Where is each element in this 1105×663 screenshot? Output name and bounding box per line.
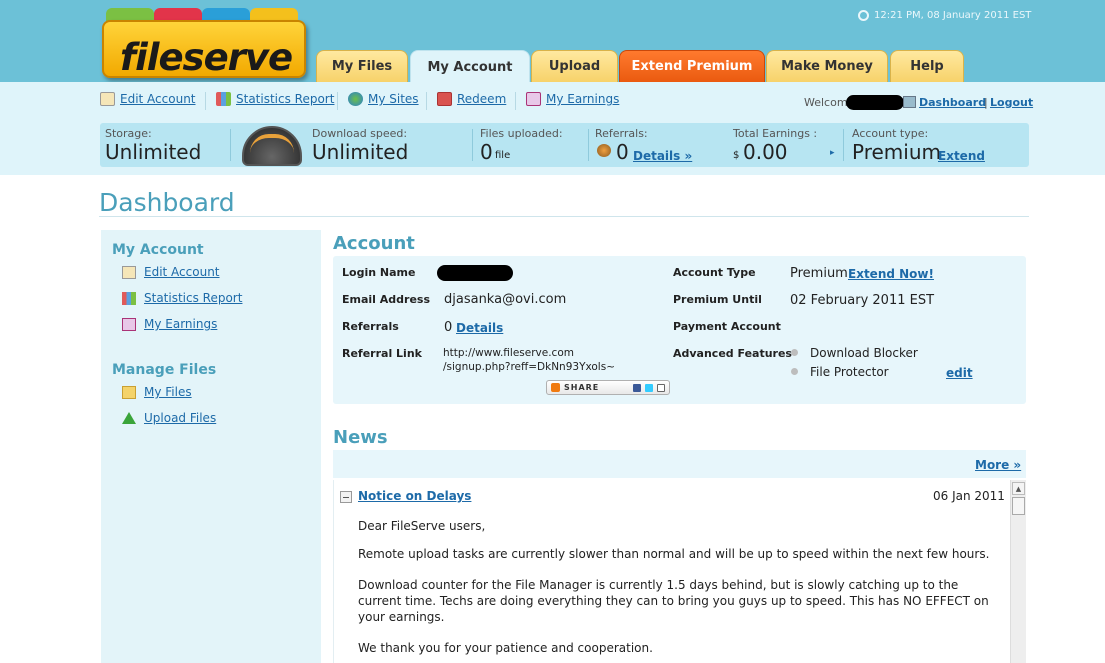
subnav-my-sites[interactable]: My Sites <box>348 92 419 106</box>
scroll-up-icon[interactable]: ▲ <box>1012 482 1025 495</box>
bullet-icon <box>791 368 798 375</box>
referrals-details-link[interactable]: Details » <box>633 149 692 163</box>
stats-bar: Storage: Unlimited Download speed: Unlim… <box>100 123 1029 167</box>
news-panel <box>333 480 1026 663</box>
earnings-icon <box>526 92 541 106</box>
subnav-edit-account[interactable]: Edit Account <box>100 92 196 106</box>
tab-my-files[interactable]: My Files <box>316 50 408 82</box>
referral-link-value[interactable]: http://www.fileserve.com /signup.php?ref… <box>443 346 615 374</box>
news-item-title[interactable]: Notice on Delays <box>358 489 471 503</box>
bullet-icon <box>791 349 798 356</box>
sidebar-heading-my-account: My Account <box>112 242 204 258</box>
gift-icon <box>437 92 452 106</box>
news-scrollbar[interactable]: ▲ <box>1010 480 1026 663</box>
email-value: djasanka@ovi.com <box>444 292 567 307</box>
subnav-redeem[interactable]: Redeem <box>437 92 506 106</box>
page-title: Dashboard <box>99 188 235 217</box>
referrals-label: Referrals <box>342 320 399 333</box>
referrals-details-link[interactable]: Details <box>456 321 503 335</box>
email-icon <box>657 383 665 392</box>
logo-text: fileserve <box>120 36 293 79</box>
feature-file-protector: File Protector <box>810 365 889 379</box>
users-icon <box>597 144 611 157</box>
dashboard-link[interactable]: Dashboard <box>919 96 986 109</box>
subnav-statistics-report[interactable]: Statistics Report <box>216 92 334 106</box>
dashboard-icon <box>903 96 916 108</box>
redacted-username <box>846 95 904 110</box>
globe-icon <box>348 92 363 106</box>
earnings-icon <box>122 317 136 331</box>
account-type-label: Account Type <box>673 266 756 279</box>
tab-upload[interactable]: Upload <box>531 50 618 82</box>
chart-icon <box>122 291 136 305</box>
news-item-date: 06 Jan 2011 <box>933 489 1005 503</box>
share-button[interactable]: SHARE <box>546 380 670 395</box>
redacted-login-name <box>437 265 513 281</box>
referrals-value: 0 <box>444 320 453 335</box>
referral-link-label: Referral Link <box>342 347 422 360</box>
edit-icon <box>122 265 136 279</box>
chart-icon <box>216 92 231 106</box>
advanced-features-label: Advanced Features <box>673 347 792 360</box>
sidebar-item-my-earnings[interactable]: My Earnings <box>122 317 217 331</box>
collapse-icon[interactable] <box>340 491 352 503</box>
news-more-link[interactable]: More » <box>975 458 1021 472</box>
link-separator: | <box>984 96 988 109</box>
feature-download-blocker: Download Blocker <box>810 346 918 360</box>
tab-extend-premium[interactable]: Extend Premium <box>619 50 765 82</box>
sidebar-item-statistics-report[interactable]: Statistics Report <box>122 291 242 305</box>
tab-make-money[interactable]: Make Money <box>766 50 888 82</box>
folder-icon <box>122 385 136 399</box>
clock: 12:21 PM, 08 January 2011 EST <box>858 10 1031 21</box>
email-label: Email Address <box>342 293 431 306</box>
premium-until-label: Premium Until <box>673 293 762 306</box>
sidebar-item-edit-account[interactable]: Edit Account <box>122 265 220 279</box>
account-type-value: Premium <box>790 266 848 281</box>
subnav-my-earnings[interactable]: My Earnings <box>526 92 619 106</box>
news-paragraph: Dear FileServe users, <box>358 519 486 533</box>
share-plus-icon <box>551 383 560 392</box>
news-header-bar <box>333 450 1026 478</box>
login-name-label: Login Name <box>342 266 416 279</box>
premium-until-value: 02 February 2011 EST <box>790 293 935 308</box>
edit-features-link[interactable]: edit <box>946 366 973 380</box>
earnings-arrow-icon[interactable]: ▸ <box>830 148 835 158</box>
news-heading: News <box>333 427 388 448</box>
twitter-icon <box>645 383 653 392</box>
upload-arrow-icon <box>122 412 136 424</box>
logout-link[interactable]: Logout <box>990 96 1033 109</box>
fileserve-logo[interactable]: fileserve <box>100 8 310 80</box>
sidebar-item-upload-files[interactable]: Upload Files <box>122 411 216 425</box>
sidebar-item-my-files[interactable]: My Files <box>122 385 192 399</box>
account-heading: Account <box>333 233 415 254</box>
extend-now-link[interactable]: Extend Now! <box>848 267 934 281</box>
edit-icon <box>100 92 115 106</box>
news-paragraph: Remote upload tasks are currently slower… <box>358 547 990 561</box>
clock-text: 12:21 PM, 08 January 2011 EST <box>874 10 1032 21</box>
sidebar-heading-manage-files: Manage Files <box>112 362 217 378</box>
tab-help[interactable]: Help <box>890 50 964 82</box>
news-paragraph: We thank you for your patience and coope… <box>358 641 653 655</box>
clock-icon <box>858 10 869 21</box>
title-divider <box>99 216 1029 217</box>
tab-my-account[interactable]: My Account <box>410 50 530 83</box>
payment-account-label: Payment Account <box>673 320 781 333</box>
scroll-thumb[interactable] <box>1012 497 1025 515</box>
news-paragraph: Download counter for the File Manager is… <box>358 578 989 624</box>
facebook-icon <box>633 383 641 392</box>
extend-link[interactable]: Extend <box>938 149 985 163</box>
